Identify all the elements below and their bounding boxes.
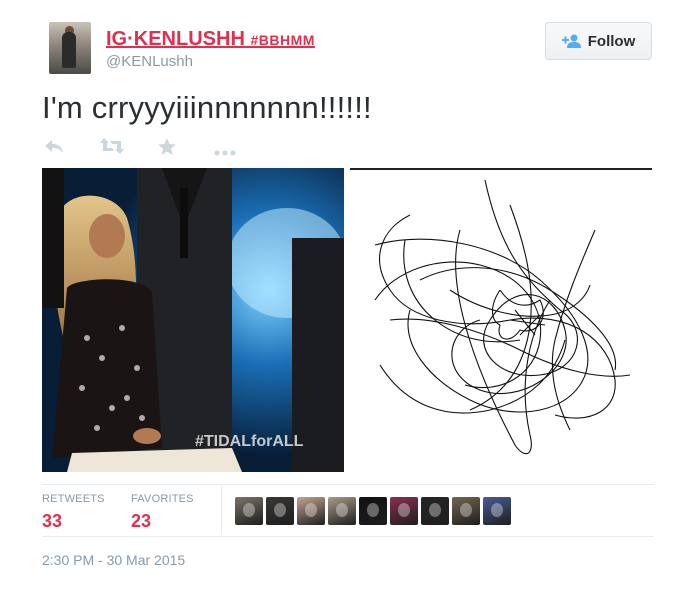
scribble-lines: [374, 179, 631, 455]
favoriter-avatar[interactable]: [483, 497, 511, 525]
display-name[interactable]: IG·KENLUSHH #BBHMM: [106, 28, 315, 51]
follow-button-label: Follow: [587, 32, 636, 50]
display-name-text: IG·KENLUSHH: [106, 28, 245, 50]
favoriter-avatar[interactable]: [390, 497, 418, 525]
retweets-label: RETWEETS: [42, 493, 105, 505]
favoriters-list: [235, 497, 511, 525]
photo-watermark: #TIDALforALL: [195, 433, 304, 450]
scribble-drawing[interactable]: [350, 168, 652, 472]
user-handle[interactable]: @KENLushh: [106, 53, 193, 70]
favoriter-avatar[interactable]: [452, 497, 480, 525]
avatar-figure: [62, 32, 76, 68]
tweet-timestamp[interactable]: 2:30 PM - 30 Mar 2015: [42, 552, 185, 568]
favoriter-avatar[interactable]: [328, 497, 356, 525]
favoriter-avatar-face: [398, 503, 410, 517]
stats-divider-top: [42, 484, 654, 485]
retweet-icon[interactable]: [100, 138, 124, 159]
favoriter-avatar-face: [367, 503, 379, 517]
favoriter-avatar-face: [336, 503, 348, 517]
retweets-stat[interactable]: RETWEETS 33: [42, 493, 105, 532]
favoriter-avatar-face: [305, 503, 317, 517]
favorite-icon[interactable]: [158, 138, 176, 161]
favorites-count: 23: [131, 511, 152, 531]
display-name-tag: #BBHMM: [250, 32, 315, 48]
favoriter-avatar[interactable]: [266, 497, 294, 525]
photo-thumbnail[interactable]: #TIDALforALL: [42, 168, 344, 472]
favoriter-avatar[interactable]: [235, 497, 263, 525]
favoriter-avatar[interactable]: [421, 497, 449, 525]
photo-scene: [42, 168, 344, 472]
avatar[interactable]: [49, 22, 91, 74]
retweets-count: 33: [42, 511, 63, 531]
favoriter-avatar[interactable]: [297, 497, 325, 525]
reply-icon[interactable]: [44, 138, 64, 159]
favorites-stat[interactable]: FAVORITES 23: [131, 493, 194, 532]
favoriter-avatar-face: [491, 503, 503, 517]
favoriter-avatar-face: [460, 503, 472, 517]
favoriter-avatar-face: [274, 503, 286, 517]
add-person-icon: [561, 34, 582, 48]
tweet-text: I'm crryyyiiinnnnnnn!!!!!!: [42, 90, 372, 125]
favoriter-avatar-face: [243, 503, 255, 517]
follow-button[interactable]: Follow: [545, 22, 652, 60]
favoriter-avatar-face: [429, 503, 441, 517]
stats-divider-bottom: [42, 536, 654, 537]
more-icon[interactable]: [214, 143, 236, 161]
stats-separator: [221, 486, 222, 534]
favorites-label: FAVORITES: [131, 493, 194, 505]
favoriter-avatar[interactable]: [359, 497, 387, 525]
